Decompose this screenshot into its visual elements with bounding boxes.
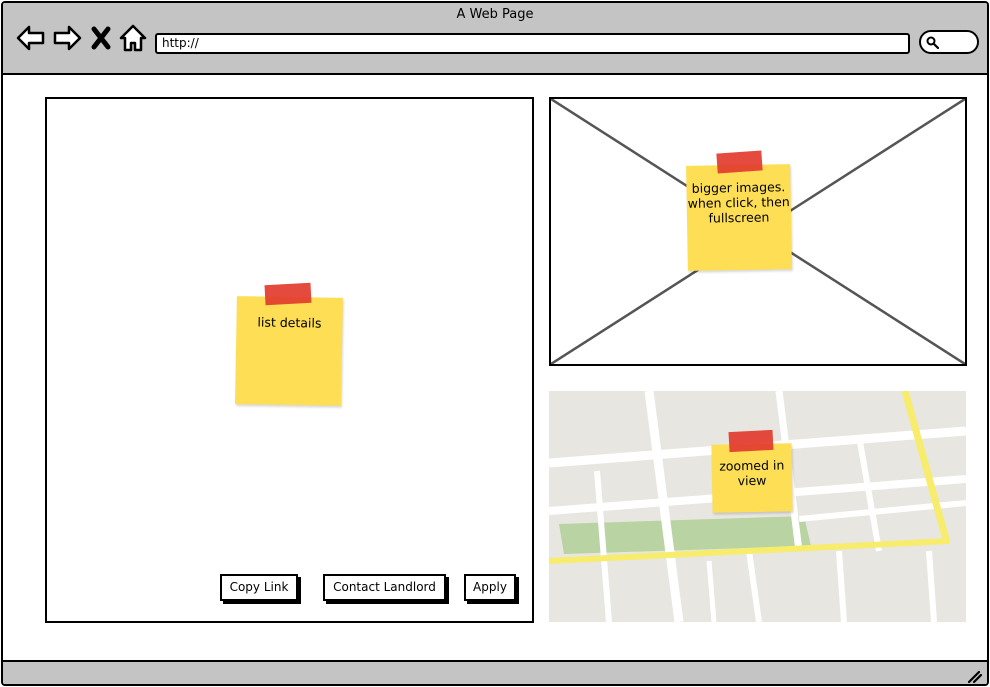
tape <box>728 429 774 453</box>
search-icon <box>926 36 939 49</box>
back-arrow-icon[interactable] <box>16 23 46 53</box>
copy-link-button[interactable]: Copy Link <box>220 574 298 601</box>
sticky-note-list-details: list details <box>235 296 343 406</box>
browser-toolbar: A Web Page http:// <box>3 3 987 75</box>
contact-landlord-button[interactable]: Contact Landlord <box>323 574 446 601</box>
resize-grip-icon[interactable] <box>965 666 983 684</box>
status-bar <box>3 660 987 684</box>
apply-button[interactable]: Apply <box>464 574 516 601</box>
window-title: A Web Page <box>456 7 534 22</box>
forward-arrow-icon[interactable] <box>52 23 82 53</box>
home-icon[interactable] <box>118 23 148 53</box>
address-bar[interactable]: http:// <box>155 33 910 54</box>
tape <box>264 282 312 306</box>
close-x-icon[interactable] <box>89 23 113 53</box>
note-text: bigger images. when click, then fullscre… <box>687 179 790 226</box>
sticky-note-map: zoomed in view <box>711 443 793 513</box>
tape <box>716 150 763 174</box>
search-field[interactable] <box>919 30 979 54</box>
sticky-note-images: bigger images. when click, then fullscre… <box>686 164 792 271</box>
browser-window: A Web Page http:// list details Copy Lin… <box>1 1 989 686</box>
